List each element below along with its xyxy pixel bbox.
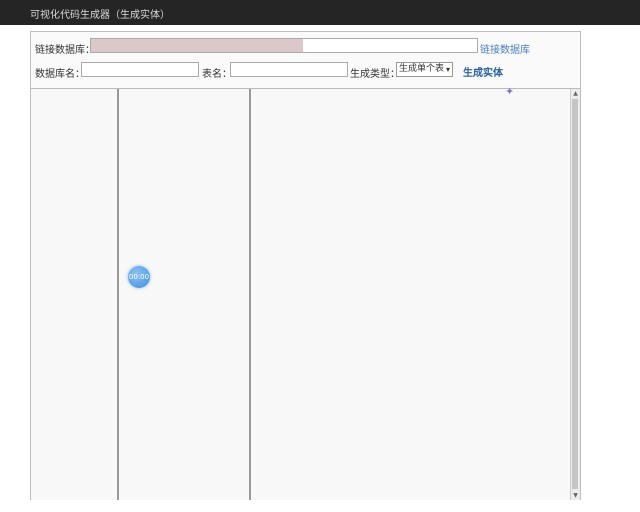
mouse-cursor-icon: ✦ bbox=[505, 85, 515, 98]
scroll-up-icon[interactable]: ▲ bbox=[571, 89, 580, 98]
loading-spinner: 00:00 bbox=[128, 266, 150, 288]
connect-database-link[interactable]: 链接数据库 bbox=[480, 41, 530, 56]
loading-timer: 00:00 bbox=[128, 273, 150, 281]
table-list-pane[interactable] bbox=[119, 89, 251, 500]
database-name-label: 数据库名： bbox=[35, 69, 85, 80]
title-bar: 可视化代码生成器（生成实体） bbox=[0, 0, 640, 25]
main-panel: 链接数据库： 链接数据库 数据库名： 表名： 生成类型： 生成单个表 ▾ 生成实… bbox=[30, 31, 581, 500]
window-title: 可视化代码生成器（生成实体） bbox=[30, 10, 170, 21]
generate-type-selected: 生成单个表 bbox=[399, 64, 445, 74]
table-name-label: 表名： bbox=[202, 69, 232, 80]
generate-entity-button[interactable]: 生成实体 bbox=[463, 64, 503, 79]
database-list-pane[interactable] bbox=[31, 89, 119, 500]
generate-type-label: 生成类型： bbox=[350, 69, 400, 80]
chevron-down-icon: ▾ bbox=[445, 65, 450, 74]
table-name-input[interactable] bbox=[230, 62, 348, 77]
scrollbar-thumb[interactable] bbox=[572, 99, 578, 489]
connection-progress-bar bbox=[90, 38, 478, 53]
connection-label: 链接数据库： bbox=[35, 45, 95, 56]
code-output-pane[interactable] bbox=[251, 89, 571, 500]
vertical-scrollbar[interactable]: ▲ ▼ bbox=[570, 89, 580, 500]
generate-type-select[interactable]: 生成单个表 ▾ bbox=[396, 62, 453, 77]
database-name-input[interactable] bbox=[81, 62, 199, 77]
connection-progress-fill bbox=[91, 39, 304, 52]
scroll-down-icon[interactable]: ▼ bbox=[571, 491, 580, 500]
